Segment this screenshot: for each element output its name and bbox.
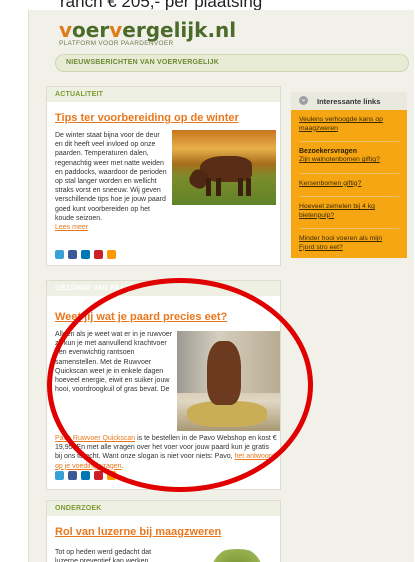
quickscan-link[interactable]: Pavo Ruwvoer Quickscan bbox=[55, 435, 135, 442]
logo-text: voervergelijk.nl bbox=[59, 18, 237, 42]
article-body: Tot op heden werd gedacht dat luzerne pr… bbox=[55, 549, 152, 562]
article-card-onderzoek: ONDERZOEK Rol van luzerne bij maagzweren… bbox=[46, 500, 281, 562]
linkedin-icon[interactable] bbox=[81, 471, 90, 480]
article-title[interactable]: Tips ter voorbereiding op de winter bbox=[55, 112, 272, 124]
newsletter-frame: voervergelijk.nl PLATFORM VOOR PAARDENVO… bbox=[28, 10, 414, 562]
section-label: ONDERZOEK bbox=[47, 501, 280, 516]
link-veulens[interactable]: Veulens verhoogde kans op maagzweren bbox=[299, 116, 399, 133]
article-card-gezonde-van-paard: GEZONDE VAN PAARD Weet jij wat je paard … bbox=[46, 280, 281, 490]
article-title[interactable]: Weet jij wat je paard precies eet? bbox=[55, 311, 272, 323]
article-body-continued: Pavo Ruwvoer Quickscan is te bestellen i… bbox=[55, 435, 277, 470]
visitor-questions-heading: Bezoekersvragen bbox=[299, 148, 357, 155]
pinterest-icon[interactable] bbox=[94, 250, 103, 259]
share-icon[interactable] bbox=[107, 250, 116, 259]
panel-title: Interessante links bbox=[317, 97, 381, 106]
share-icons bbox=[55, 250, 116, 259]
pinterest-icon[interactable] bbox=[94, 471, 103, 480]
chevron-down-icon[interactable]: ⌄ bbox=[299, 96, 308, 105]
panel-header: ⌄ Interessante links bbox=[291, 92, 407, 110]
linkedin-icon[interactable] bbox=[81, 250, 90, 259]
alfalfa-photo bbox=[202, 549, 272, 562]
horse-stable-photo bbox=[177, 331, 280, 431]
brand-logo[interactable]: voervergelijk.nl PLATFORM VOOR PAARDENVO… bbox=[59, 18, 236, 47]
facebook-icon[interactable] bbox=[68, 471, 77, 480]
article-body: De winter staat bijna voor de deur en di… bbox=[55, 132, 167, 232]
article-title[interactable]: Rol van luzerne bij maagzweren bbox=[55, 526, 272, 538]
section-label: GEZONDE VAN PAARD bbox=[47, 281, 280, 296]
link-zemelen[interactable]: Hoeveel zemelen bij 4 kg bietenpulp? bbox=[299, 203, 399, 220]
read-more-link[interactable]: Lees meer bbox=[55, 224, 88, 231]
interesting-links-panel: ⌄ Interessante links Veulens verhoogde k… bbox=[291, 92, 407, 258]
article-body: Alleen als je weet wat er in je ruwvoer … bbox=[55, 331, 173, 394]
link-fjord[interactable]: Minder hooi voeren als mijn Fjord stro e… bbox=[299, 235, 399, 252]
article-card-actualiteit: ACTUALITEIT Tips ter voorbereiding op de… bbox=[46, 86, 281, 266]
news-banner: NIEUWSBERICHTEN VAN VOERVERGELIJK bbox=[55, 54, 409, 72]
share-icons bbox=[55, 471, 116, 480]
twitter-icon[interactable] bbox=[55, 250, 64, 259]
link-walnotenbomen[interactable]: Zijn walnotenbomen giftig? bbox=[299, 156, 399, 165]
share-icon[interactable] bbox=[107, 471, 116, 480]
section-label: ACTUALITEIT bbox=[47, 87, 280, 102]
facebook-icon[interactable] bbox=[68, 250, 77, 259]
link-kersenbomen[interactable]: Kersenbomen giftig? bbox=[299, 180, 399, 189]
twitter-icon[interactable] bbox=[55, 471, 64, 480]
